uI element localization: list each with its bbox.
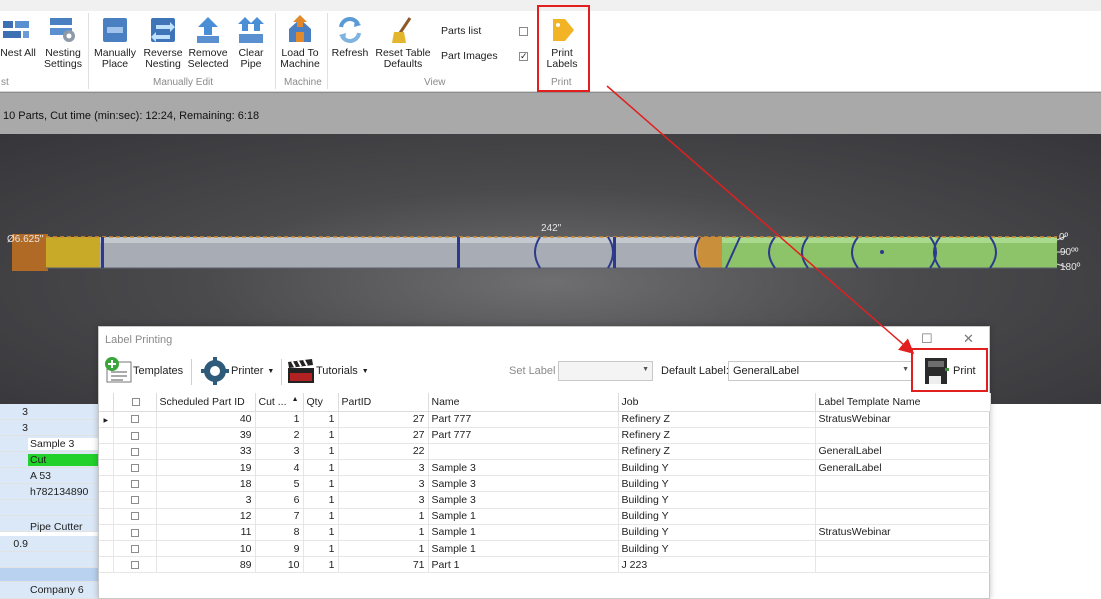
callout-arrow-line [606,85,915,354]
callout-arrow [606,85,915,354]
